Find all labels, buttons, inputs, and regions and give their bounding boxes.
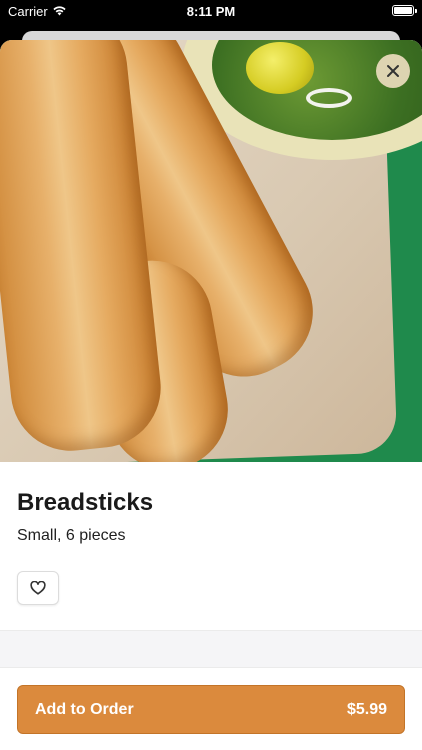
close-icon [387, 65, 399, 77]
battery-icon [392, 5, 417, 16]
add-to-order-button[interactable]: Add to Order $5.99 [17, 685, 405, 734]
item-description: Small, 6 pieces [17, 527, 126, 544]
favorite-button[interactable] [17, 571, 59, 605]
status-bar: Carrier 8:11 PM [0, 0, 422, 24]
section-divider [0, 630, 422, 668]
close-button[interactable] [376, 54, 410, 88]
item-title: Breadsticks [17, 489, 154, 516]
item-detail-sheet: Breadsticks Small, 6 pieces Add to Order… [0, 40, 422, 750]
heart-icon [30, 581, 46, 595]
status-time: 8:11 PM [186, 4, 236, 19]
price-label: $5.99 [346, 700, 387, 718]
add-to-order-label: Add to Order [35, 700, 134, 718]
item-photo [0, 40, 422, 462]
